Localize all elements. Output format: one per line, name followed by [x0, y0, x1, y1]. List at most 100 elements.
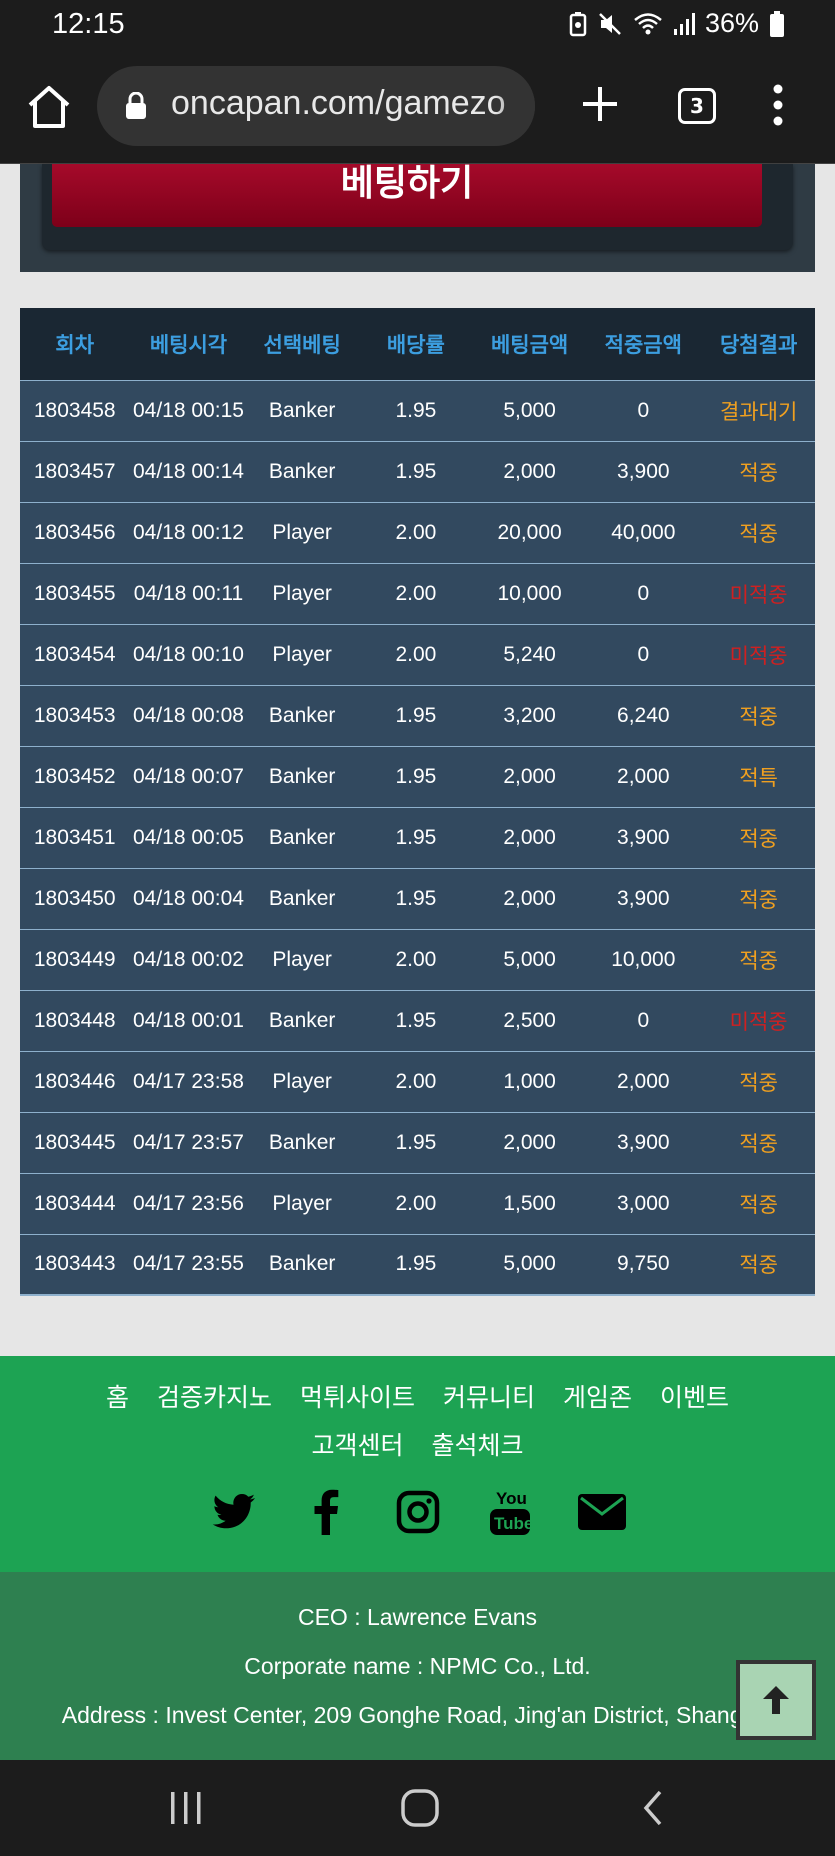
youtube-icon[interactable]: You Tube — [480, 1486, 540, 1538]
result-cell: 적중 — [739, 1132, 778, 1156]
odds-cell: 1.95 — [395, 1130, 437, 1154]
round-cell: 1803452 — [33, 764, 116, 788]
result-cell: 결과대기 — [719, 400, 798, 424]
odds-cell: 1.95 — [395, 398, 437, 422]
table-row: 1803451 04/18 00:05 Banker 1.95 2,000 3,900 적중 — [20, 807, 815, 868]
win-amount-cell: 0 — [637, 642, 650, 666]
bet-amount-cell: 3,200 — [503, 703, 556, 727]
corporate-name-text: Corporate name : NPMC Co., Ltd. — [244, 1653, 591, 1679]
pick-cell: Player — [272, 1069, 332, 1093]
pick-cell: Player — [272, 581, 332, 605]
bet-amount-cell: 2,000 — [503, 886, 556, 910]
footer-nav-row-2: 고객센터 출석체크 — [0, 1426, 835, 1462]
battery-percent: 36% — [704, 8, 759, 38]
social-links: You Tube — [0, 1486, 835, 1538]
svg-text:Tube: Tube — [494, 1514, 532, 1533]
round-cell: 1803444 — [33, 1191, 116, 1215]
bet-time-cell: 04/18 00:02 — [132, 947, 244, 971]
footer-nav-link[interactable]: 커뮤니티 — [443, 1383, 535, 1412]
odds-cell: 1.95 — [395, 703, 437, 727]
result-cell: 미적중 — [729, 644, 788, 668]
new-tab-icon[interactable] — [580, 84, 620, 124]
bet-amount-cell: 2,000 — [503, 764, 556, 788]
footer-nav-link[interactable]: 검증카지노 — [157, 1383, 272, 1412]
bet-time-cell: 04/18 00:12 — [132, 520, 244, 544]
back-icon[interactable] — [640, 1788, 666, 1828]
status-icons: 36% — [569, 8, 785, 39]
round-cell: 1803453 — [33, 703, 116, 727]
status-time: 12:15 — [52, 8, 125, 40]
bet-time-cell: 04/18 00:11 — [133, 581, 244, 605]
status-bar: 12:15 36% — [0, 0, 835, 52]
win-amount-cell: 2,000 — [617, 764, 670, 788]
round-cell: 1803458 — [33, 398, 116, 422]
bet-amount-cell: 5,240 — [503, 642, 556, 666]
twitter-icon[interactable] — [204, 1486, 264, 1538]
mute-icon — [599, 12, 621, 35]
recent-apps-icon[interactable] — [168, 1788, 204, 1828]
pick-cell: Banker — [268, 398, 336, 422]
home-nav-icon[interactable] — [400, 1788, 440, 1828]
facebook-icon[interactable] — [296, 1486, 356, 1538]
win-amount-cell: 3,000 — [617, 1191, 670, 1215]
result-cell: 적중 — [739, 461, 778, 485]
result-cell: 적중 — [739, 1071, 778, 1095]
url-text: oncapan.com/gamezo — [171, 84, 506, 122]
result-cell: 적중 — [739, 888, 778, 912]
bet-amount-cell: 20,000 — [497, 520, 562, 544]
pick-cell: Banker — [268, 764, 336, 788]
footer-nav-link[interactable]: 이벤트 — [660, 1383, 729, 1412]
bet-history-table: 회차 베팅시각 선택베팅 배당률 베팅금액 적중금액 당첨결과 1803458 04/18 0… — [20, 308, 815, 1296]
table-row: 1803454 04/18 00:10 Player 2.00 5,240 0 미적중 — [20, 624, 815, 685]
footer-nav-link[interactable]: 출석체크 — [432, 1431, 524, 1460]
win-amount-cell: 0 — [637, 581, 650, 605]
address-text: Address : Invest Center, 209 Gonghe Road… — [61, 1702, 774, 1728]
battery-saver-icon — [569, 11, 587, 36]
pick-cell: Player — [272, 642, 332, 666]
table-row: 1803456 04/18 00:12 Player 2.00 20,000 40,000… — [20, 502, 815, 563]
table-row: 1803450 04/18 00:04 Banker 1.95 2,000 3,900 적중 — [20, 868, 815, 929]
place-bet-button[interactable]: 베팅하기 — [52, 164, 762, 227]
home-icon[interactable] — [24, 82, 74, 132]
result-cell: 적중 — [739, 949, 778, 973]
round-cell: 1803451 — [33, 825, 116, 849]
bet-time-cell: 04/18 00:08 — [132, 703, 244, 727]
win-amount-cell: 3,900 — [617, 1130, 670, 1154]
scroll-to-top-button[interactable] — [736, 1660, 816, 1740]
round-cell: 1803455 — [33, 581, 116, 605]
footer-nav-link[interactable]: 고객센터 — [311, 1431, 403, 1460]
column-header: 적중금액 — [604, 332, 682, 357]
bet-time-cell: 04/17 23:56 — [132, 1191, 244, 1215]
battery-icon — [770, 10, 784, 37]
bet-time-cell: 04/18 00:04 — [132, 886, 244, 910]
footer-nav-link[interactable]: 먹튀사이트 — [300, 1383, 415, 1412]
bet-time-cell: 04/17 23:55 — [132, 1252, 244, 1276]
table-row: 1803448 04/18 00:01 Banker 1.95 2,500 0 미적중 — [20, 990, 815, 1051]
odds-cell: 1.95 — [395, 764, 437, 788]
pick-cell: Banker — [268, 1252, 336, 1276]
round-cell: 1803446 — [33, 1069, 116, 1093]
svg-text:You: You — [496, 1489, 527, 1508]
email-icon[interactable] — [572, 1486, 632, 1538]
tab-switcher-button[interactable]: 3 — [678, 88, 716, 124]
bet-time-cell: 04/18 00:15 — [132, 398, 244, 422]
bet-time-cell: 04/18 00:14 — [132, 459, 244, 483]
column-header: 베팅금액 — [490, 332, 569, 357]
round-cell: 1803445 — [33, 1130, 116, 1154]
bet-time-cell: 04/18 00:10 — [132, 642, 244, 666]
instagram-icon[interactable] — [388, 1486, 448, 1538]
more-menu-icon[interactable] — [770, 82, 786, 128]
win-amount-cell: 40,000 — [611, 520, 676, 544]
column-header: 배당률 — [386, 332, 445, 357]
round-cell: 1803449 — [33, 947, 116, 971]
footer-nav-link[interactable]: 게임존 — [563, 1383, 632, 1412]
table-row: 1803455 04/18 00:11 Player 2.00 10,000 0 미적중 — [20, 563, 815, 624]
bet-amount-cell: 2,000 — [503, 1130, 556, 1154]
pick-cell: Banker — [268, 1130, 336, 1154]
signal-icon — [673, 12, 695, 35]
pick-cell: Banker — [268, 1008, 336, 1032]
column-header: 베팅시각 — [149, 332, 228, 357]
bet-time-cell: 04/17 23:57 — [132, 1130, 244, 1154]
footer-nav-link[interactable]: 홈 — [106, 1383, 129, 1412]
address-bar[interactable]: oncapan.com/gamezo — [97, 66, 535, 146]
